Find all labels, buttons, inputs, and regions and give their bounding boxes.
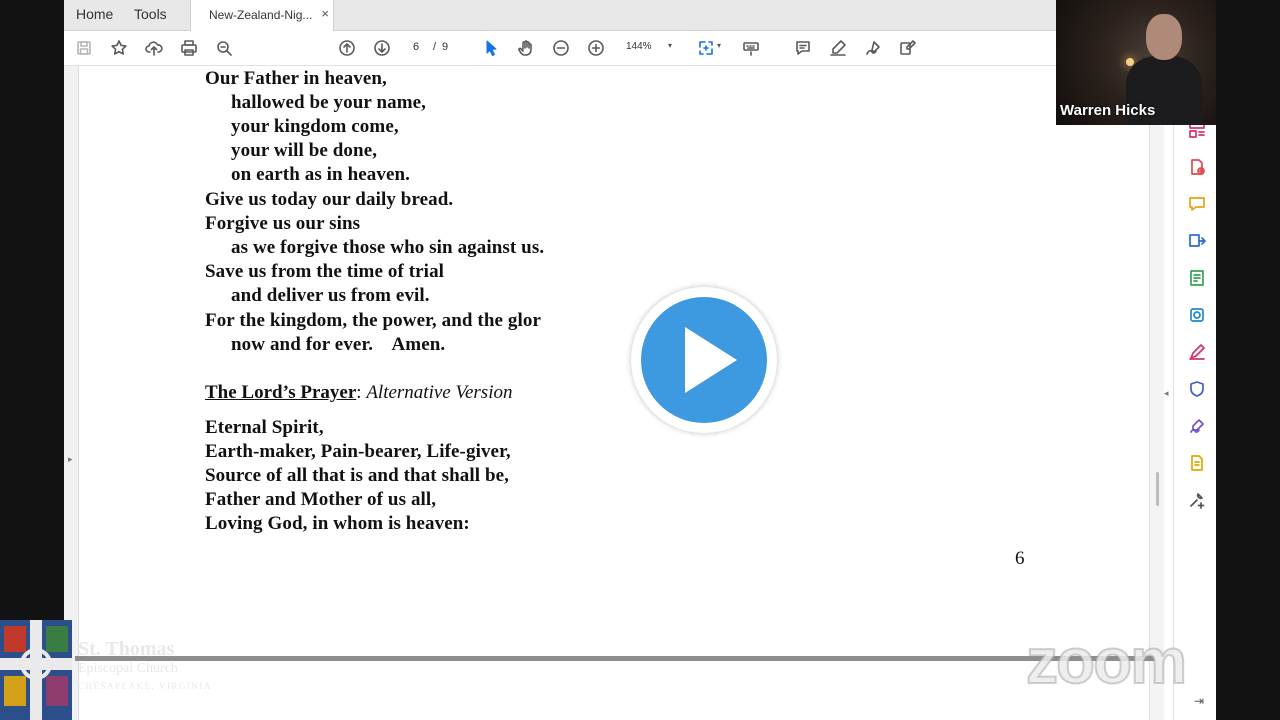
tab-bar: Home Tools New-Zealand-Nig... × — [64, 0, 1216, 31]
document-tab[interactable]: New-Zealand-Nig... × — [190, 0, 334, 31]
alt-prayer-line: Father and Mother of us all, — [205, 489, 437, 510]
prayer-line: Give us today our daily bread. — [205, 189, 454, 210]
toolbar: 6 / 9 144% ▾ ▾ — [64, 31, 1216, 66]
alt-prayer-line: Eternal Spirit, — [205, 417, 324, 438]
expand-left-panel-icon[interactable]: ▸ — [68, 454, 73, 465]
marquee-zoom-icon[interactable] — [696, 38, 716, 58]
heading-subtitle: Alternative Version — [366, 382, 513, 403]
stained-glass-cross-icon — [0, 620, 72, 720]
alt-prayer-line: Earth-maker, Pain-bearer, Life-giver, — [205, 441, 511, 462]
zoom-watermark: zoom — [1025, 624, 1188, 698]
create-pdf-icon[interactable] — [1188, 158, 1206, 176]
prayer-line: hallowed be your name, — [231, 92, 427, 113]
fill-sign-tool-icon[interactable] — [1188, 343, 1206, 361]
highlight-pen-icon[interactable] — [828, 38, 848, 58]
prayer-line: now and for ever. Amen. — [231, 334, 446, 355]
request-signature-icon[interactable] — [1188, 417, 1206, 435]
alt-prayer-line: Loving God, in whom is heaven: — [205, 513, 470, 534]
play-triangle-icon — [685, 327, 737, 393]
home-tab[interactable]: Home — [76, 6, 113, 22]
save-icon[interactable] — [74, 38, 94, 58]
comment-tool-icon[interactable] — [1188, 195, 1206, 213]
pdf-page: Our Father in heaven, hallowed be your n… — [79, 66, 1149, 720]
scrollbar-thumb[interactable] — [1156, 472, 1159, 506]
export-pdf-icon[interactable] — [1188, 232, 1206, 250]
video-progress-track — [75, 656, 1155, 661]
section-heading: The Lord’s Prayer: Alternative Version — [205, 382, 512, 404]
participant-head — [1146, 14, 1182, 60]
page-separator: / — [433, 41, 437, 53]
zoom-level-select[interactable]: 144% — [626, 41, 652, 52]
sign-icon[interactable] — [863, 38, 883, 58]
fill-sign-icon[interactable] — [898, 38, 918, 58]
left-letterbox — [0, 0, 64, 720]
prayer-line: Our Father in heaven, — [205, 68, 387, 89]
collapse-right-panel-icon[interactable]: ◂ — [1164, 388, 1169, 399]
keyboard-icon[interactable] — [741, 38, 761, 58]
alt-prayer-line: Source of all that is and that shall be, — [205, 465, 509, 486]
church-name-watermark: St. Thomas Episcopal Church CHESAPEAKE, … — [78, 638, 212, 691]
participant-video-tile[interactable]: Warren Hicks — [1056, 0, 1216, 125]
participant-name-label: Warren Hicks — [1060, 102, 1156, 119]
zoom-in-icon[interactable] — [586, 38, 606, 58]
church-location: CHESAPEAKE, VIRGINIA — [78, 681, 212, 691]
current-page-input[interactable]: 6 — [413, 41, 419, 53]
marquee-dropdown-chevron-icon[interactable]: ▾ — [717, 41, 721, 50]
select-cursor-icon[interactable] — [481, 38, 501, 58]
tools-tab[interactable]: Tools — [134, 6, 167, 22]
heading-separator: : — [356, 382, 367, 403]
prayer-line: your kingdom come, — [231, 116, 399, 137]
send-for-review-icon[interactable] — [1188, 454, 1206, 472]
church-name-line1: St. Thomas — [78, 638, 175, 660]
prayer-line: and deliver us from evil. — [231, 285, 430, 306]
collapse-tools-pane-icon[interactable]: ⇥ — [1194, 694, 1204, 708]
acrobat-window: Home Tools New-Zealand-Nig... × 6 / 9 14… — [64, 0, 1216, 720]
prayer-line: on earth as in heaven. — [231, 164, 411, 185]
upload-icon[interactable] — [144, 38, 164, 58]
zoom-dropdown-chevron-icon[interactable]: ▾ — [668, 41, 672, 50]
play-button-circle — [641, 297, 767, 423]
heading-title: The Lord’s Prayer — [205, 382, 357, 403]
page-number: 6 — [1015, 548, 1025, 569]
prayer-line: Forgive us our sins — [205, 213, 361, 234]
bookmark-star-icon[interactable] — [109, 38, 129, 58]
more-tools-icon[interactable] — [1188, 491, 1206, 509]
enhance-scans-icon[interactable] — [1188, 306, 1206, 324]
video-play-button[interactable] — [631, 287, 777, 433]
page-down-icon[interactable] — [372, 38, 392, 58]
protect-icon[interactable] — [1188, 380, 1206, 398]
church-logo — [0, 620, 72, 720]
prayer-line: as we forgive those who sin against us. — [231, 237, 545, 258]
zoom-search-icon[interactable] — [214, 38, 234, 58]
prayer-line: For the kingdom, the power, and the glor — [205, 310, 541, 331]
vertical-scrollbar[interactable] — [1149, 66, 1164, 720]
close-tab-icon[interactable]: × — [321, 6, 329, 21]
print-icon[interactable] — [179, 38, 199, 58]
hand-pan-icon[interactable] — [516, 38, 536, 58]
total-pages: 9 — [442, 41, 449, 53]
document-tab-title: New-Zealand-Nig... — [209, 8, 313, 22]
right-letterbox — [1216, 0, 1280, 720]
zoom-out-icon[interactable] — [551, 38, 571, 58]
church-name-line2: Episcopal Church — [78, 661, 178, 676]
prayer-line: Save us from the time of trial — [205, 261, 445, 282]
comment-icon[interactable] — [793, 38, 813, 58]
tools-pane — [1173, 66, 1216, 720]
page-up-icon[interactable] — [337, 38, 357, 58]
prayer-line: your will be done, — [231, 140, 378, 161]
edit-pdf-icon[interactable] — [1188, 269, 1206, 287]
